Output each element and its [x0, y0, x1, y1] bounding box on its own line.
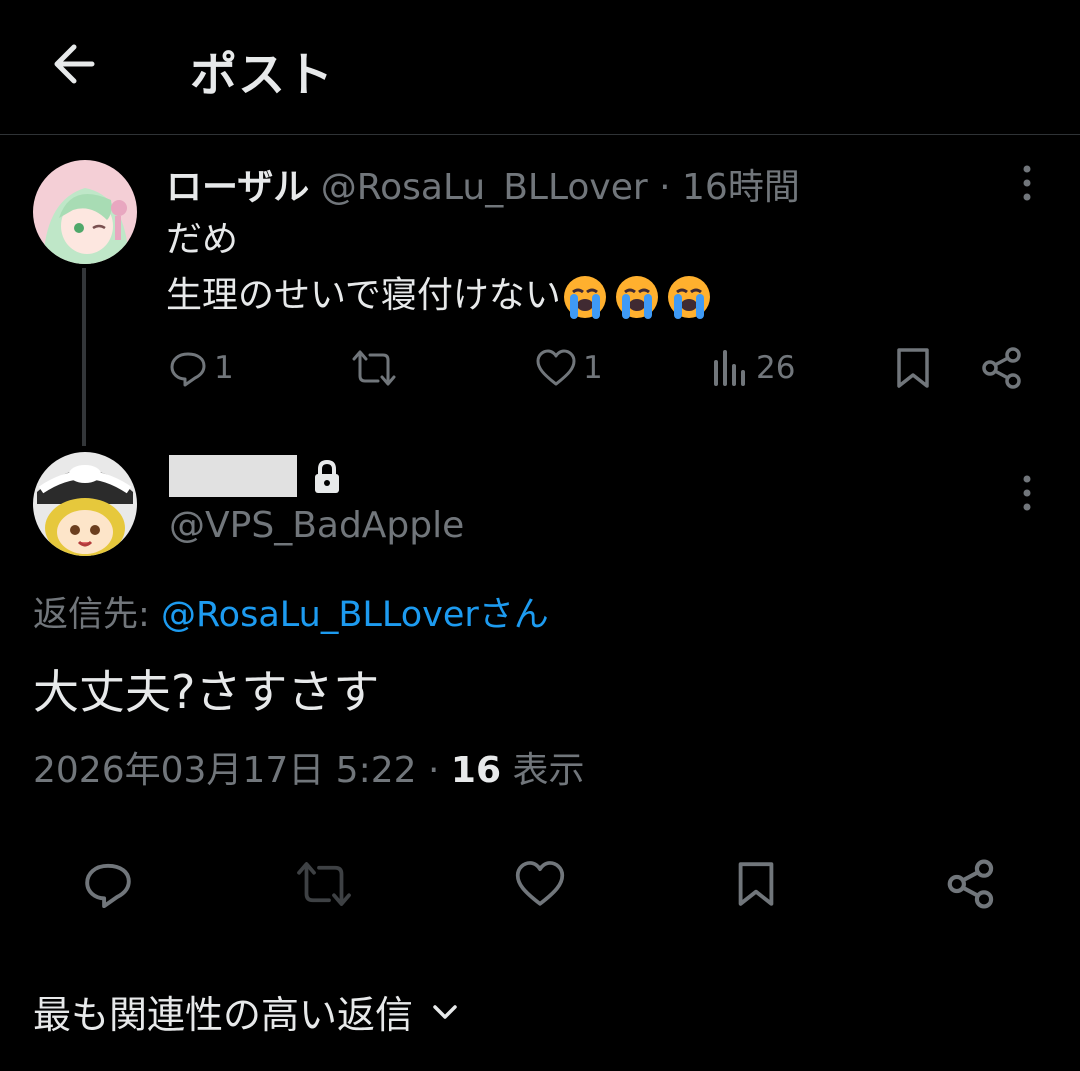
share-icon [982, 347, 1021, 389]
tweet-header: ローザル @RosaLu_BLLover · 16時間 [166, 158, 800, 210]
share-button[interactable] [980, 344, 1024, 392]
bar-chart-icon [714, 350, 745, 386]
reply-to-label: 返信先: [33, 595, 150, 635]
reply-icon [170, 352, 206, 387]
reply-icon [85, 863, 131, 909]
more-vertical-icon [1023, 475, 1031, 511]
reply-button[interactable]: 1 [168, 344, 234, 392]
lock-icon [312, 458, 342, 496]
views-label: 表示 [512, 750, 585, 791]
like-button[interactable] [510, 854, 570, 914]
reply-button[interactable] [78, 854, 138, 914]
heart-icon [515, 861, 565, 906]
dot-separator: · [427, 750, 440, 791]
repost-icon [297, 862, 351, 906]
back-button[interactable] [44, 34, 104, 94]
dot-separator: · [659, 167, 671, 208]
tweet-text: だめ 生理のせいで寝付けない [166, 212, 717, 324]
reply-count: 1 [214, 350, 234, 386]
more-vertical-icon [1023, 165, 1031, 201]
loudly-crying-face-icon [613, 273, 661, 321]
thread-connector [82, 268, 86, 446]
chevron-down-icon [431, 1002, 459, 1022]
tweet-text-line: 生理のせいで寝付けない [166, 268, 717, 324]
view-count: 16 [450, 750, 501, 791]
bookmark-icon [897, 348, 929, 388]
loudly-crying-face-icon [561, 273, 609, 321]
repost-icon [352, 350, 396, 386]
repost-button[interactable] [294, 854, 354, 914]
view-count: 26 [756, 350, 796, 386]
arrow-left-icon [54, 44, 95, 84]
more-options-button[interactable] [1010, 160, 1044, 206]
user-handle[interactable]: @VPS_BadApple [169, 505, 464, 546]
avatar[interactable] [33, 160, 137, 264]
reply-to-line: 返信先: @RosaLu_BLLoverさん [33, 586, 549, 637]
user-handle[interactable]: @RosaLu_BLLover [321, 167, 648, 208]
share-icon [947, 859, 994, 909]
reply-to-mention[interactable]: @RosaLu_BLLoverさん [161, 595, 549, 635]
top-bar [0, 0, 1080, 135]
page-title: ポスト [190, 48, 334, 103]
like-button[interactable]: 1 [535, 344, 603, 392]
redacted-display-name [169, 455, 297, 497]
post-time[interactable]: 16時間 [682, 167, 800, 208]
sort-label: 最も関連性の高い返信 [33, 993, 414, 1037]
display-name[interactable]: ローザル [166, 167, 309, 208]
repost-button[interactable] [352, 344, 396, 392]
tweet-meta: 2026年03月17日 5:22 · 16 表示 [33, 741, 584, 793]
bookmark-button[interactable] [893, 344, 933, 392]
timestamp[interactable]: 2026年03月17日 5:22 [33, 750, 417, 791]
reply-sort-selector[interactable]: 最も関連性の高い返信 [33, 984, 459, 1039]
tweet-text-line: だめ [166, 219, 239, 260]
share-button[interactable] [941, 854, 1001, 914]
like-count: 1 [583, 350, 603, 386]
loudly-crying-face-icon [665, 273, 713, 321]
tweet-text: 大丈夫?さすさす [33, 665, 380, 719]
more-options-button[interactable] [1010, 470, 1044, 516]
views-button[interactable]: 26 [712, 344, 795, 392]
avatar[interactable] [33, 452, 137, 556]
heart-icon [536, 349, 576, 386]
bookmark-icon [738, 862, 774, 906]
bookmark-button[interactable] [726, 854, 786, 914]
